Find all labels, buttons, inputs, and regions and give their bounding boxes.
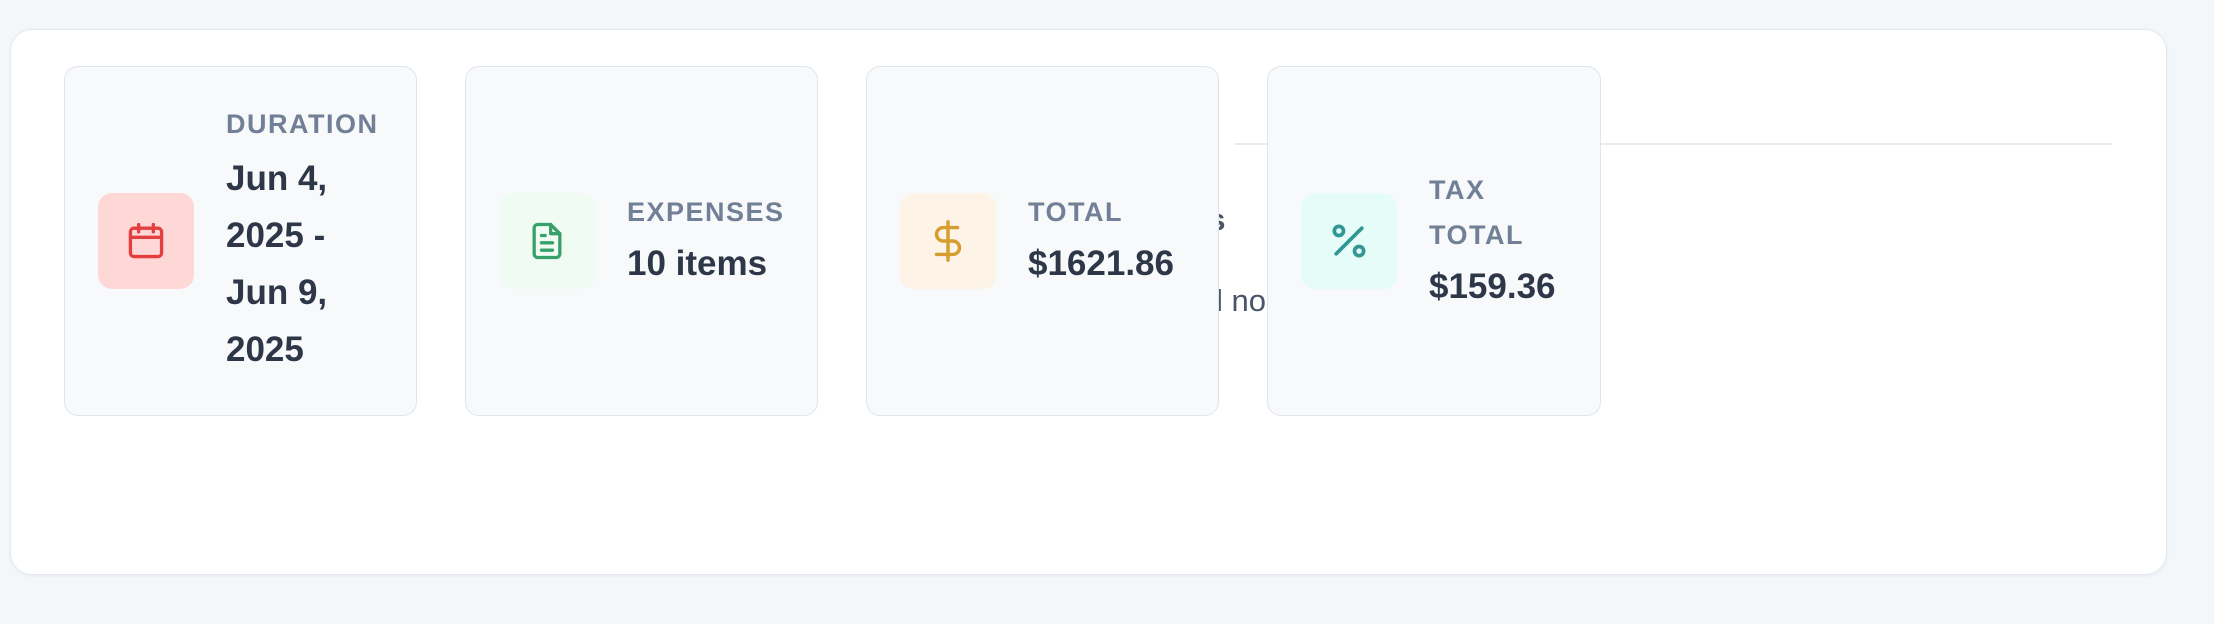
stat-label: EXPENSES — [627, 197, 785, 227]
stat-card-tax-total: TAX TOTAL $159.36 — [1267, 66, 1601, 416]
stat-label: DURATION — [226, 109, 379, 139]
stat-card-total: TOTAL $1621.86 — [866, 66, 1219, 416]
stat-value: 10 items — [627, 244, 768, 283]
dollar-icon — [900, 193, 996, 289]
obscured-section-text: l no — [1216, 283, 1266, 318]
percent-icon — [1301, 193, 1397, 289]
stat-value: $1621.86 — [1028, 244, 1174, 283]
stat-card-duration: DURATION Jun 4, 2025 - Jun 9, 2025 — [64, 66, 417, 416]
calendar-icon — [98, 193, 194, 289]
stat-card-expenses: EXPENSES 10 items — [465, 66, 818, 416]
stat-value: Jun 4, 2025 - Jun 9, 2025 — [226, 159, 328, 369]
document-icon — [499, 193, 595, 289]
stat-label: TOTAL — [1028, 197, 1123, 227]
stat-label: TAX TOTAL — [1429, 174, 1524, 250]
stat-value: $159.36 — [1429, 266, 1556, 306]
